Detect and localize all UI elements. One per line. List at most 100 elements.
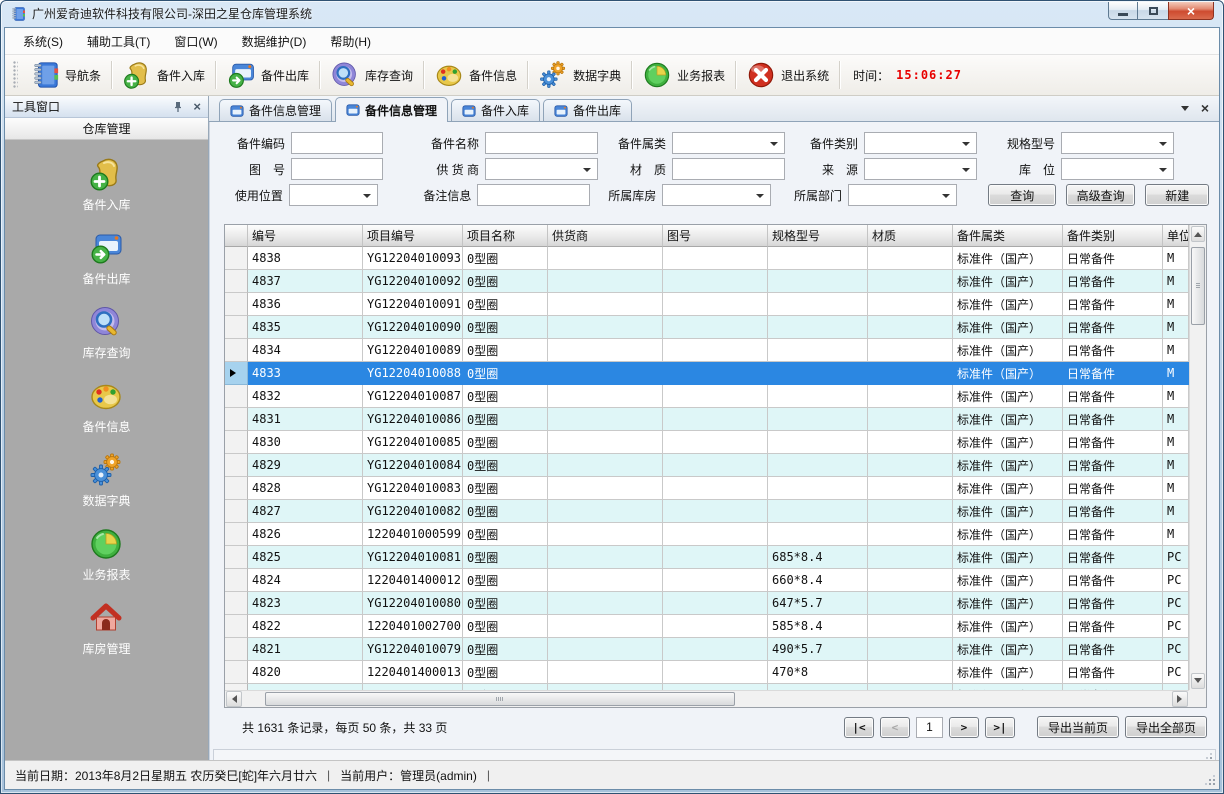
tab-parts-in[interactable]: 备件入库	[451, 99, 540, 121]
horizontal-scrollbar[interactable]	[225, 690, 1189, 707]
export-current-page-button[interactable]: 导出当前页	[1037, 716, 1119, 738]
department-select[interactable]	[848, 184, 957, 206]
vertical-scroll-thumb[interactable]	[1191, 247, 1205, 325]
part-genus-select[interactable]	[672, 132, 785, 154]
spec-model-select[interactable]	[1061, 132, 1174, 154]
sidebar-item-warehouse[interactable]: 库房管理	[82, 600, 130, 657]
toolbar-button-parts-in[interactable]: 备件入库	[115, 58, 212, 92]
table-cell: 标准件（国产）	[953, 454, 1063, 477]
source-select[interactable]	[864, 158, 977, 180]
menu-item-window[interactable]: 窗口(W)	[162, 28, 229, 54]
table-row[interactable]: 4825YG122040100810型圈685*8.4标准件（国产）日常备件PC	[225, 546, 1189, 569]
export-all-pages-button[interactable]: 导出全部页	[1125, 716, 1207, 738]
supplier-select[interactable]	[485, 158, 598, 180]
close-button[interactable]: ×	[1168, 2, 1214, 20]
drawing-no-input[interactable]	[291, 158, 383, 180]
toolbar-button-report[interactable]: 业务报表	[635, 58, 732, 92]
column-header-8[interactable]: 备件类别	[1063, 225, 1163, 247]
window-resize-grip-icon[interactable]	[1204, 774, 1216, 786]
location-select[interactable]	[1061, 158, 1174, 180]
next-page-button[interactable]: >	[949, 717, 979, 738]
warehouse-select[interactable]	[662, 184, 771, 206]
sidebar-item-parts-out[interactable]: 备件出库	[82, 230, 130, 287]
prev-page-button[interactable]: <	[880, 717, 910, 738]
table-row[interactable]: 4832YG122040100870型圈标准件（国产）日常备件M	[225, 385, 1189, 408]
scroll-right-button[interactable]	[1172, 691, 1188, 707]
sidebar-item-data-dict[interactable]: 数据字典	[82, 452, 130, 509]
table-row[interactable]: 4836YG122040100910型圈标准件（国产）日常备件M	[225, 293, 1189, 316]
sidebar-item-parts-info[interactable]: 备件信息	[82, 378, 130, 435]
vertical-scrollbar[interactable]	[1189, 225, 1206, 690]
statusbar: 当前日期：2013年8月2日星期五 农历癸巳[蛇]年六月廿六 | 当前用户：管理…	[5, 760, 1219, 789]
table-cell	[548, 247, 663, 270]
table-row[interactable]: 4834YG122040100890型圈标准件（国产）日常备件M	[225, 339, 1189, 362]
tool-window-titlebar: 工具窗口 ×	[5, 96, 208, 118]
column-header-0[interactable]: 编号	[248, 225, 363, 247]
column-header-5[interactable]: 规格型号	[768, 225, 868, 247]
table-row[interactable]: 4830YG122040100850型圈标准件（国产）日常备件M	[225, 431, 1189, 454]
table-row[interactable]: 4835YG122040100900型圈标准件（国产）日常备件M	[225, 316, 1189, 339]
toolbar-button-parts-info[interactable]: 备件信息	[427, 58, 524, 92]
horizontal-scroll-thumb[interactable]	[265, 692, 735, 706]
toolbar-button-exit[interactable]: 退出系统	[739, 58, 836, 92]
menu-item-data-maintenance[interactable]: 数据维护(D)	[230, 28, 319, 54]
sidebar-item-stock-query[interactable]: 库存查询	[82, 304, 130, 361]
toolbar-button-parts-out[interactable]: 备件出库	[219, 58, 316, 92]
table-row[interactable]: 4838YG122040100930型圈标准件（国产）日常备件M	[225, 247, 1189, 270]
first-page-button[interactable]: |<	[844, 717, 874, 738]
table-row[interactable]: 4833YG122040100880型圈标准件（国产）日常备件M	[225, 362, 1189, 385]
sidebar-item-report[interactable]: 业务报表	[82, 526, 130, 583]
column-header-9[interactable]: 单位	[1163, 225, 1189, 247]
advanced-query-button[interactable]: 高级查询	[1066, 184, 1135, 206]
table-cell: 0型圈	[463, 431, 548, 454]
tab-parts-info-mgmt-2[interactable]: 备件信息管理	[335, 97, 448, 122]
toolbar-button-data-dict[interactable]: 数据字典	[531, 58, 628, 92]
table-row[interactable]: 4831YG122040100860型圈标准件（国产）日常备件M	[225, 408, 1189, 431]
maximize-button[interactable]	[1138, 2, 1168, 20]
pin-icon[interactable]	[172, 101, 184, 113]
table-row[interactable]: 482412204014000120型圈660*8.4标准件（国产）日常备件PC	[225, 569, 1189, 592]
table-row[interactable]: 482212204010027000型圈585*8.4标准件（国产）日常备件PC	[225, 615, 1189, 638]
sidebar-item-parts-in[interactable]: 备件入库	[82, 156, 130, 213]
table-row[interactable]: 482612204010005990型圈标准件（国产）日常备件M	[225, 523, 1189, 546]
table-row[interactable]: 4828YG122040100830型圈标准件（国产）日常备件M	[225, 477, 1189, 500]
use-position-select[interactable]	[289, 184, 378, 206]
minimize-button[interactable]	[1108, 2, 1138, 20]
column-header-4[interactable]: 图号	[663, 225, 768, 247]
new-button[interactable]: 新建	[1145, 184, 1209, 206]
column-header-7[interactable]: 备件属类	[953, 225, 1063, 247]
last-page-button[interactable]: >|	[985, 717, 1015, 738]
part-code-input[interactable]	[291, 132, 383, 154]
material-input[interactable]	[672, 158, 785, 180]
page-number-input[interactable]: 1	[916, 717, 943, 738]
sidebar-item-label: 数据字典	[82, 492, 130, 509]
tab-close-icon[interactable]: ×	[1201, 102, 1209, 115]
menu-item-system[interactable]: 系统(S)	[11, 28, 75, 54]
table-row[interactable]: 4821YG122040100790型圈490*5.7标准件（国产）日常备件PC	[225, 638, 1189, 661]
table-row[interactable]: 482012204014000130型圈470*8标准件（国产）日常备件PC	[225, 661, 1189, 684]
column-header-6[interactable]: 材质	[868, 225, 953, 247]
table-row[interactable]: 4829YG122040100840型圈标准件（国产）日常备件M	[225, 454, 1189, 477]
part-category-select[interactable]	[864, 132, 977, 154]
scroll-left-button[interactable]	[226, 691, 242, 707]
tool-window-close-icon[interactable]: ×	[193, 102, 201, 112]
tab-parts-info-mgmt-1[interactable]: 备件信息管理	[219, 99, 332, 121]
tab-parts-out[interactable]: 备件出库	[543, 99, 632, 121]
part-name-input[interactable]	[485, 132, 598, 154]
query-button[interactable]: 查询	[988, 184, 1055, 206]
remark-input[interactable]	[477, 184, 590, 206]
column-header-1[interactable]: 项目编号	[363, 225, 463, 247]
table-row[interactable]: 4837YG122040100920型圈标准件（国产）日常备件M	[225, 270, 1189, 293]
column-header-3[interactable]: 供货商	[548, 225, 663, 247]
column-header-2[interactable]: 项目名称	[463, 225, 548, 247]
toolbar-button-nav-bar[interactable]: 导航条	[23, 58, 108, 92]
scroll-down-button[interactable]	[1191, 673, 1205, 689]
toolbar-button-stock-query[interactable]: 库存查询	[323, 58, 420, 92]
menu-item-aux-tools[interactable]: 辅助工具(T)	[75, 28, 162, 54]
arrow-right-icon	[1177, 695, 1186, 703]
menu-item-help[interactable]: 帮助(H)	[318, 28, 383, 54]
table-row[interactable]: 4827YG122040100820型圈标准件（国产）日常备件M	[225, 500, 1189, 523]
tab-list-chevron-down-icon[interactable]	[1181, 106, 1189, 115]
table-row[interactable]: 4823YG122040100800型圈647*5.7标准件（国产）日常备件PC	[225, 592, 1189, 615]
scroll-up-button[interactable]	[1191, 226, 1205, 242]
